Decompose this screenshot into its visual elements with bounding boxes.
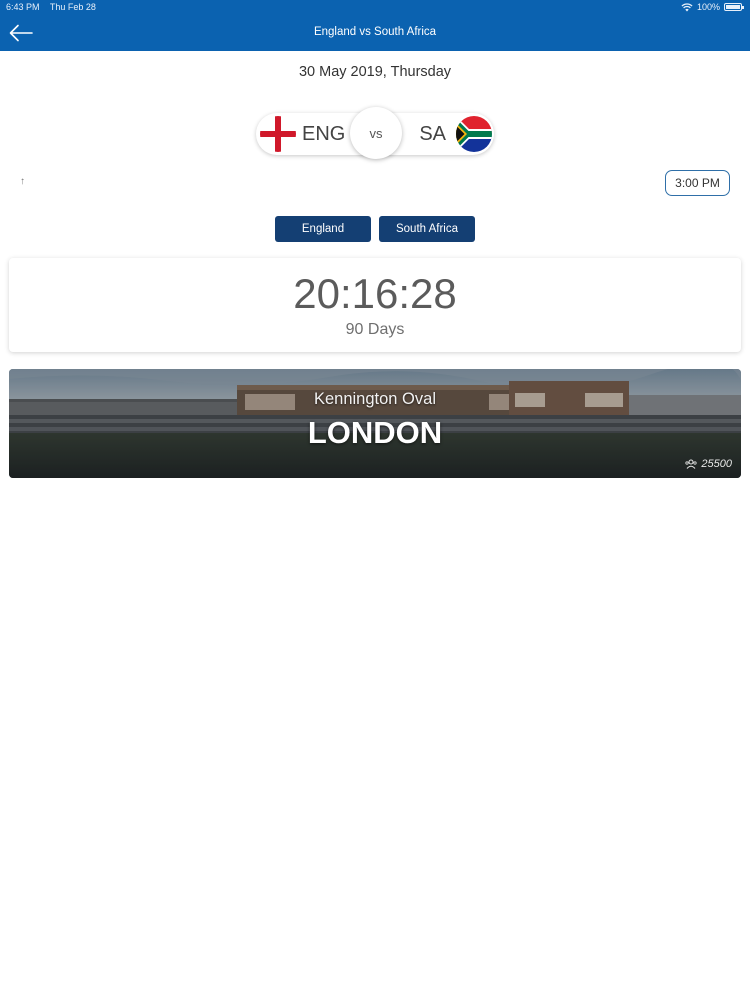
app-header: 6:43 PM Thu Feb 28 100% England vs South… — [0, 0, 750, 51]
teams-matchup: ENG vs SA — [256, 107, 494, 159]
team-1-code: ENG — [302, 122, 346, 145]
venue-capacity: 25500 — [685, 458, 732, 470]
battery-icon — [724, 3, 744, 11]
crowd-icon — [685, 459, 698, 469]
team-1-button[interactable]: England — [275, 216, 371, 242]
status-bar: 6:43 PM Thu Feb 28 100% — [0, 0, 750, 14]
match-time-button[interactable]: 3:00 PM — [665, 170, 730, 196]
countdown-time: 20:16:28 — [293, 270, 457, 317]
status-date: Thu Feb 28 — [49, 2, 96, 12]
venue-card[interactable]: Kennington Oval LONDON 25500 — [9, 369, 741, 478]
south-africa-flag-icon — [456, 116, 492, 152]
team-2-button[interactable]: South Africa — [379, 216, 475, 242]
countdown-days: 90 Days — [345, 321, 405, 338]
status-time: 6:43 PM — [6, 2, 40, 12]
page-title: England vs South Africa — [313, 26, 437, 38]
battery-percentage: 100% — [696, 2, 720, 12]
wifi-icon — [681, 2, 693, 12]
team-2: SA — [419, 113, 492, 155]
venue-capacity-value: 25500 — [701, 458, 732, 470]
venue-name: Kennington Oval — [313, 390, 436, 408]
vs-badge: vs — [350, 107, 402, 159]
match-date: 30 May 2019, Thursday — [298, 64, 452, 80]
england-flag-icon — [260, 116, 296, 152]
countdown-card: 20:16:28 90 Days — [9, 258, 741, 352]
team-1: ENG — [260, 113, 345, 155]
small-arrow-mark: ↑ — [20, 176, 25, 187]
team-2-code: SA — [419, 122, 446, 145]
venue-city: LONDON — [307, 415, 443, 450]
